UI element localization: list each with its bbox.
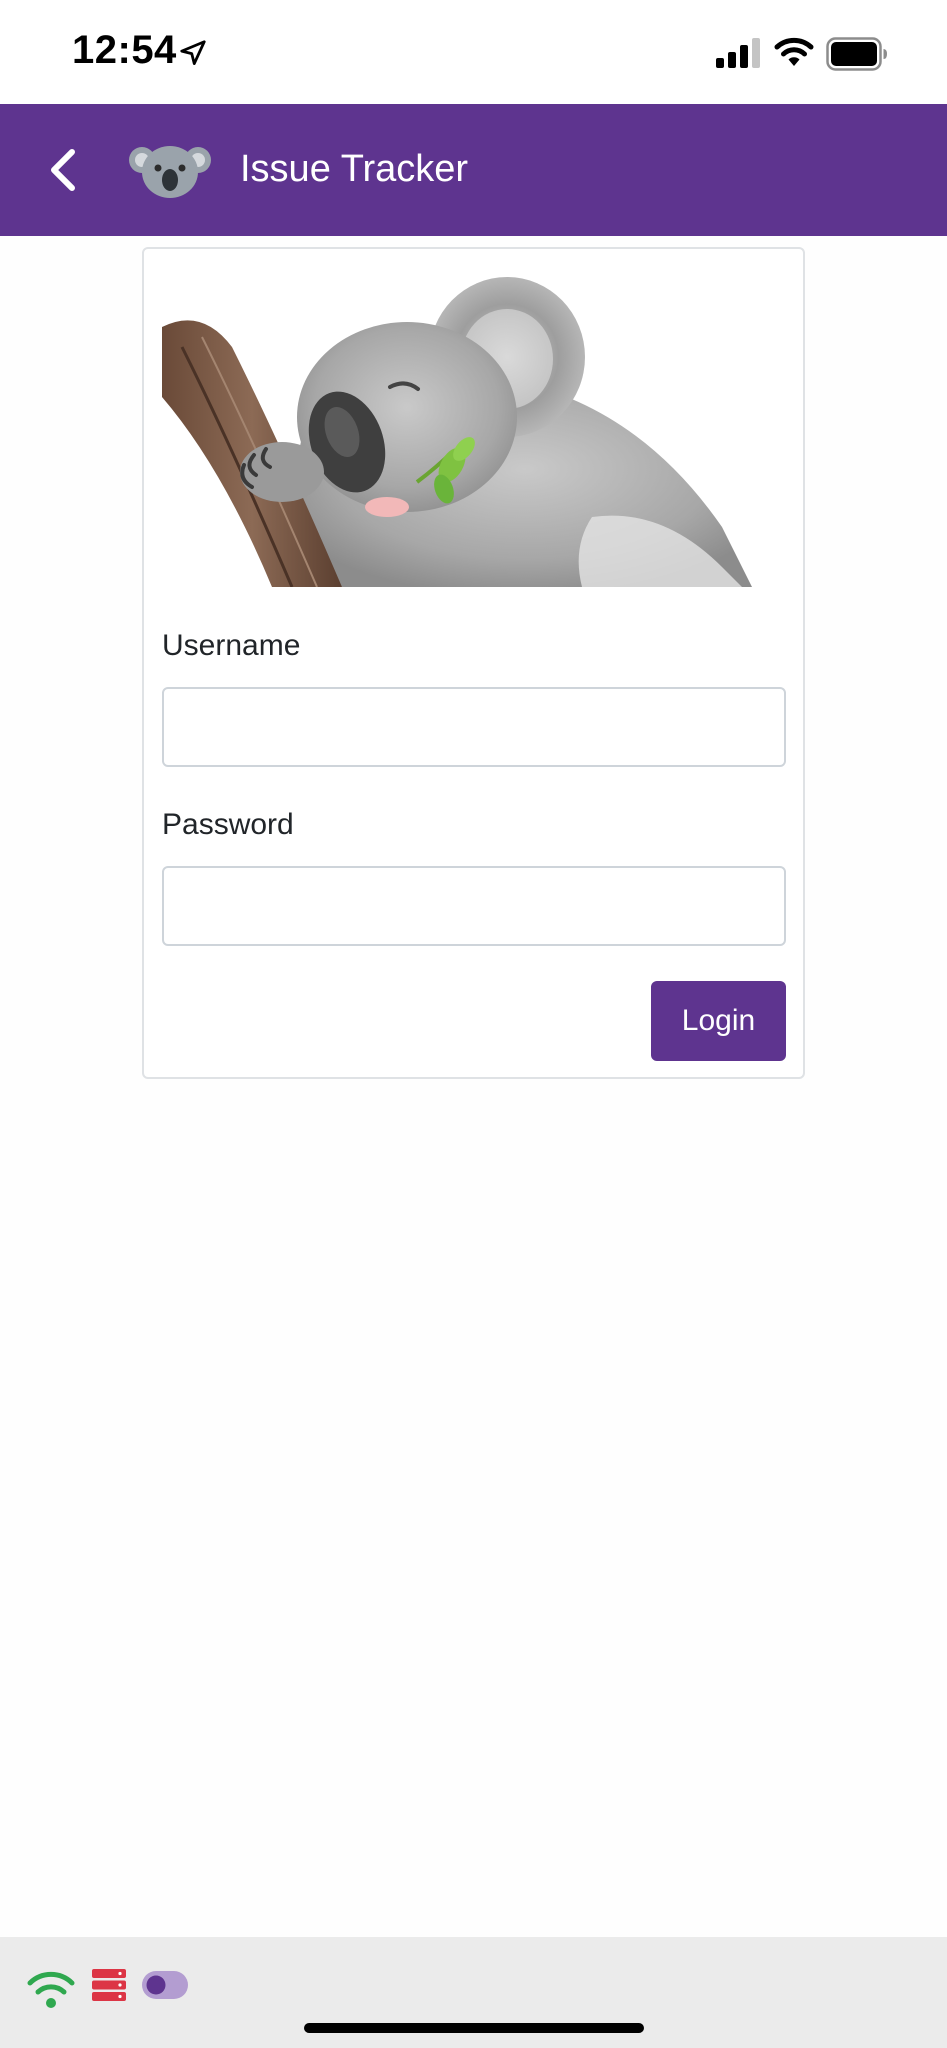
username-input[interactable] — [162, 687, 786, 767]
koala-icon — [129, 146, 211, 198]
username-label: Username — [162, 629, 301, 662]
status-bar: 12:54 — [0, 0, 947, 104]
app-title: Issue Tracker — [240, 148, 469, 190]
battery-icon — [826, 37, 887, 71]
status-time: 12:54 — [72, 28, 177, 72]
server-icon[interactable] — [92, 1969, 126, 2001]
toggle-icon[interactable] — [142, 1971, 188, 1999]
wifi-status-icon[interactable] — [26, 1969, 76, 2009]
wifi-icon — [774, 37, 814, 66]
password-label: Password — [162, 808, 294, 841]
cellular-signal-icon — [716, 38, 760, 68]
koala-illustration — [162, 267, 752, 587]
login-button[interactable]: Login — [651, 981, 786, 1061]
screen: 12:54 Issue Tracker Username Password Lo… — [0, 0, 947, 2048]
home-indicator — [304, 2023, 644, 2033]
login-card: Username Password Login — [142, 247, 805, 1079]
koala-illustration-art — [162, 267, 752, 587]
back-button[interactable] — [34, 134, 92, 206]
password-input[interactable] — [162, 866, 786, 946]
location-arrow-icon — [180, 40, 206, 65]
bottom-bar — [0, 1937, 947, 2048]
chevron-left-icon — [51, 149, 75, 191]
app-header: Issue Tracker — [0, 104, 947, 236]
